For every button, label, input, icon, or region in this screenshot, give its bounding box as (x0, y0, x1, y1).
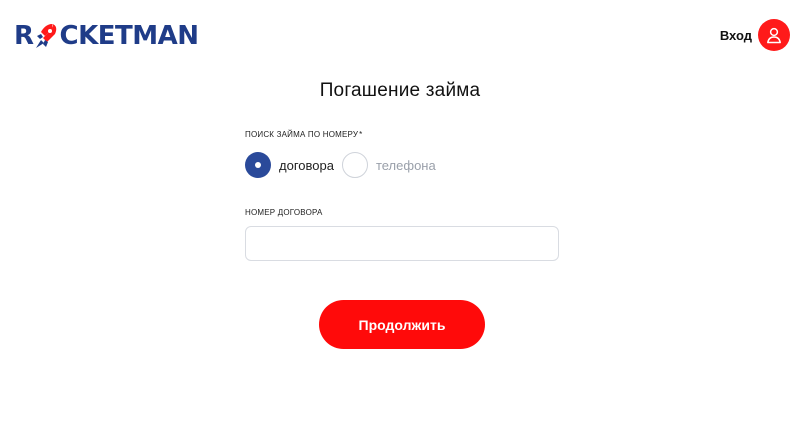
search-type-radio-group: договора телефона (245, 152, 559, 178)
contract-number-label: Номер договора (245, 208, 323, 217)
rocketman-logo[interactable]: R CKETMAN (14, 20, 199, 52)
contract-number-input[interactable] (245, 226, 559, 261)
page: R CKETMAN Вход Погашение займа Поиск зай… (0, 0, 800, 442)
radio-contract-label: договора (279, 157, 334, 173)
rocket-icon (35, 24, 56, 48)
login-label: Вход (719, 27, 752, 43)
radio-phone[interactable]: телефона (341, 152, 436, 178)
radio-phone-label: телефона (375, 157, 436, 173)
search-by-label-text: Поиск займа по номеру (245, 130, 359, 139)
user-outline-icon (767, 27, 781, 44)
radio-contract[interactable]: договора (245, 152, 334, 178)
required-mark: * (359, 130, 363, 139)
user-icon[interactable] (758, 19, 790, 51)
continue-button[interactable]: Продолжить (319, 300, 485, 349)
loan-search-form: Поиск займа по номеру* договора телефона… (245, 130, 559, 261)
radio-dot (255, 162, 261, 168)
radio-unchecked-icon[interactable] (341, 152, 368, 178)
logo-letter-r: R (14, 21, 34, 51)
logo-text: CKETMAN (59, 21, 199, 51)
page-title: Погашение займа (319, 80, 481, 101)
radio-checked-icon[interactable] (245, 152, 271, 178)
search-by-label: Поиск займа по номеру* (245, 130, 559, 139)
login-link[interactable]: Вход (720, 19, 790, 51)
